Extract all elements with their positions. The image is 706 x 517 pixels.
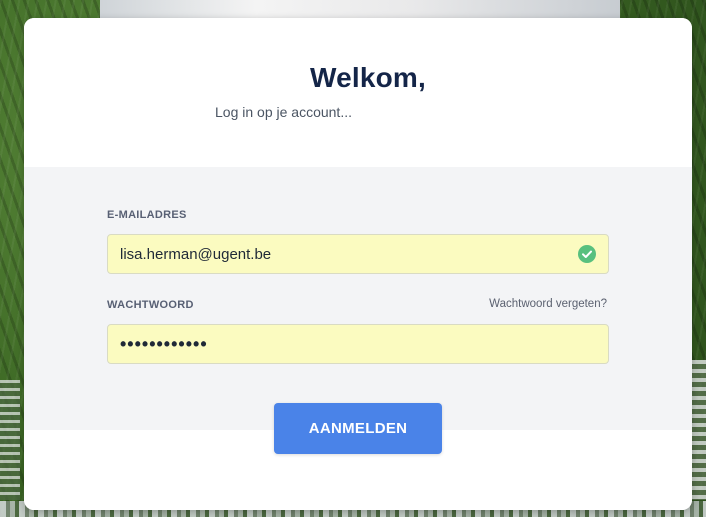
- page-title: Welkom,: [309, 62, 427, 93]
- password-label: WACHTWOORD: [107, 299, 194, 311]
- password-field[interactable]: [108, 325, 608, 363]
- forgot-password-link[interactable]: Wachtwoord vergeten?: [489, 298, 607, 310]
- check-circle-icon: [578, 245, 596, 263]
- background-field-lines-left: [0, 380, 20, 500]
- background-top-graphic: [100, 0, 620, 20]
- email-field-wrapper: [107, 234, 609, 274]
- password-field-wrapper: [107, 324, 609, 364]
- page-subtitle: Log in op je account...: [215, 104, 352, 120]
- login-card: Welkom, Log in op je account... E-MAILAD…: [24, 18, 692, 510]
- email-field[interactable]: [108, 235, 608, 273]
- login-submit-button[interactable]: AANMELDEN: [274, 403, 442, 454]
- login-card-header: Welkom, Log in op je account...: [24, 18, 692, 167]
- email-label: E-MAILADRES: [107, 209, 187, 221]
